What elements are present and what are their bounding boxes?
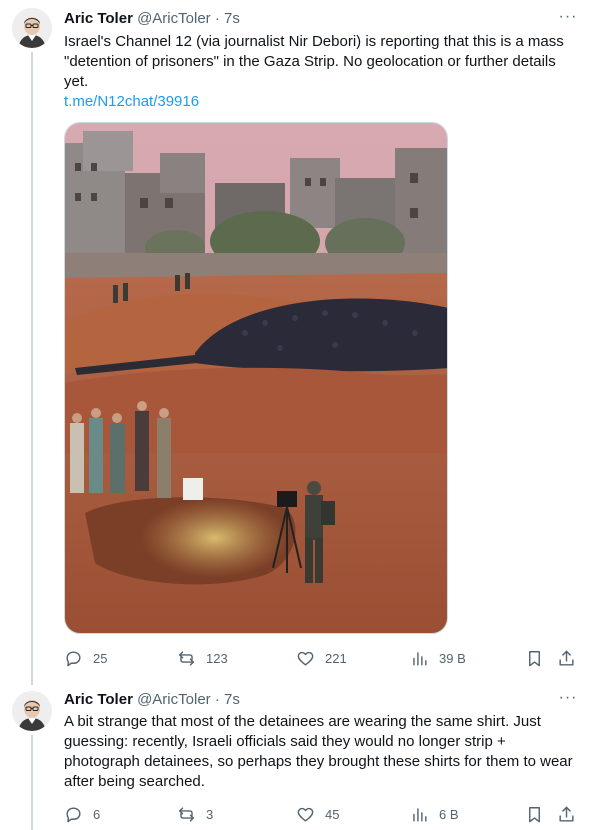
share-icon (559, 806, 574, 822)
repost-icon (179, 806, 194, 822)
tweet-header: Aric Toler @AricToler · 7s (64, 9, 240, 29)
tweet[interactable]: Aric Toler @AricToler · 7s ··· Israel's … (0, 0, 596, 685)
views-button[interactable]: 39 B (410, 647, 466, 669)
repost-button[interactable]: 3 (177, 803, 213, 825)
bookmark-icon (529, 650, 540, 666)
views-count: 6 B (439, 806, 459, 822)
timestamp[interactable]: 7s (224, 10, 240, 27)
heart-icon (297, 651, 314, 666)
repost-count: 123 (206, 650, 228, 666)
bookmark-icon (529, 806, 540, 822)
reply-icon (66, 806, 81, 822)
share-button[interactable] (557, 803, 576, 825)
reply-count: 25 (93, 650, 108, 666)
tweet-text: Israel's Channel 12 (via journalist Nir … (64, 33, 564, 90)
reply-button[interactable]: 25 (64, 647, 107, 669)
thread-connector-line (31, 52, 33, 685)
like-count: 45 (325, 806, 340, 822)
reply-button[interactable]: 6 (64, 803, 100, 825)
author-name[interactable]: Aric Toler (64, 10, 133, 27)
views-count: 39 B (439, 650, 466, 666)
like-button[interactable]: 221 (296, 647, 347, 669)
timestamp[interactable]: 7s (224, 691, 240, 708)
like-button[interactable]: 45 (296, 803, 339, 825)
bookmark-button[interactable] (525, 803, 544, 825)
views-bar-icon (413, 651, 427, 666)
tweet-link[interactable]: t.me/N12chat/39916 (64, 92, 199, 112)
heart-icon (297, 807, 314, 822)
reply-count: 6 (93, 806, 101, 822)
like-count: 221 (325, 650, 347, 666)
detention-photo-illustration (65, 123, 447, 633)
tweet-header: Aric Toler @AricToler · 7s (64, 690, 240, 710)
more-dots-icon[interactable]: ··· (558, 9, 578, 30)
tweet-text: A bit strange that most of the detainees… (64, 713, 573, 790)
tweet-text-block: Israel's Channel 12 (via journalist Nir … (64, 32, 584, 112)
reply-icon (66, 650, 81, 666)
thread-connector-line (31, 735, 33, 830)
author-name[interactable]: Aric Toler (64, 691, 133, 708)
share-button[interactable] (557, 647, 576, 669)
bookmark-button[interactable] (525, 647, 544, 669)
more-dots-icon[interactable]: ··· (558, 690, 578, 711)
views-button[interactable]: 6 B (410, 803, 459, 825)
repost-count: 3 (206, 806, 214, 822)
repost-icon (179, 650, 194, 666)
repost-button[interactable]: 123 (177, 647, 228, 669)
author-handle[interactable]: @AricToler (137, 691, 211, 708)
tweet-actions: 25 123 221 39 B (64, 647, 584, 669)
separator-dot: · (214, 691, 220, 708)
avatar[interactable] (12, 8, 52, 48)
tweet-actions: 6 3 45 6 B (64, 803, 584, 825)
views-bar-icon (413, 807, 427, 822)
share-icon (559, 650, 574, 666)
tweet[interactable]: Aric Toler @AricToler · 7s ··· A bit str… (0, 685, 596, 830)
author-handle[interactable]: @AricToler (137, 10, 211, 27)
avatar[interactable] (12, 691, 52, 731)
tweet-photo[interactable] (64, 122, 448, 634)
separator-dot: · (214, 10, 220, 27)
